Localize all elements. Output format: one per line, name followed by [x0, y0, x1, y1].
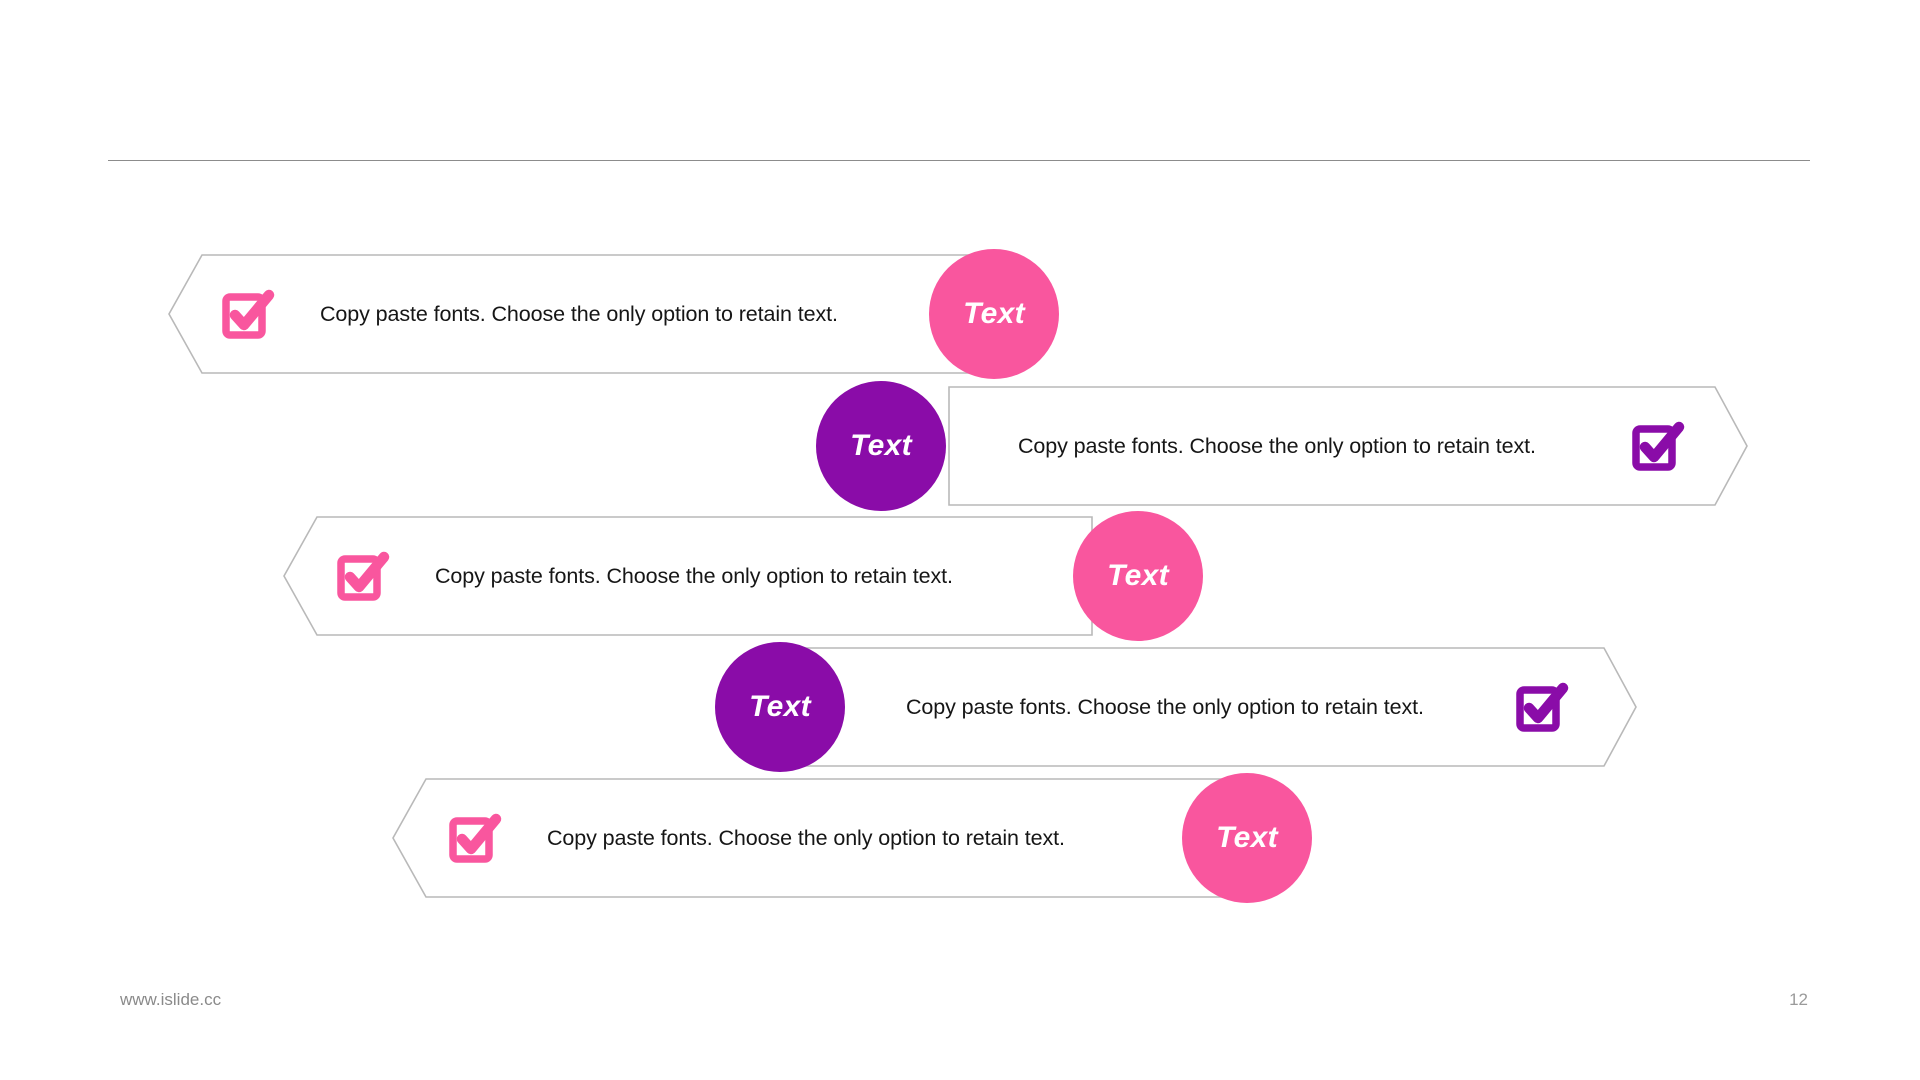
checkbox-checked-icon[interactable]	[337, 550, 390, 602]
banner-body-text: Copy paste fonts. Choose the only option…	[547, 825, 1065, 850]
footer-page-number: 12	[1789, 990, 1808, 1009]
text-circle-badge[interactable]: Text	[816, 381, 946, 511]
banner-row[interactable]: Copy paste fonts. Choose the only option…	[283, 511, 1203, 641]
banner-body-text: Copy paste fonts. Choose the only option…	[435, 563, 953, 588]
footer-site-label[interactable]: www.islide.cc	[120, 990, 221, 1010]
text-circle-badge[interactable]: Text	[929, 249, 1059, 379]
banner-row[interactable]: Copy paste fonts. Choose the only option…	[816, 381, 1748, 511]
checkbox-checked-icon[interactable]	[1516, 681, 1569, 733]
checkbox-checked-icon[interactable]	[222, 288, 275, 340]
circle-label: Text	[1216, 821, 1278, 854]
banner-row[interactable]: Copy paste fonts. Choose the only option…	[168, 249, 1059, 379]
banner-row[interactable]: Copy paste fonts. Choose the only option…	[715, 642, 1637, 772]
banner-rows: Copy paste fonts. Choose the only option…	[0, 0, 1920, 1080]
banner-body-text: Copy paste fonts. Choose the only option…	[906, 694, 1424, 719]
checkbox-checked-icon[interactable]	[1632, 420, 1685, 472]
circle-label: Text	[963, 297, 1025, 330]
circle-label: Text	[850, 429, 912, 462]
banner-row[interactable]: Copy paste fonts. Choose the only option…	[392, 773, 1312, 903]
slide-canvas: Copy paste fonts. Choose the only option…	[0, 0, 1920, 1080]
text-circle-badge[interactable]: Text	[715, 642, 845, 772]
circle-label: Text	[1107, 559, 1169, 592]
circle-label: Text	[749, 690, 811, 723]
banner-body-text: Copy paste fonts. Choose the only option…	[1018, 433, 1536, 458]
text-circle-badge[interactable]: Text	[1073, 511, 1203, 641]
checkbox-checked-icon[interactable]	[449, 812, 502, 864]
banner-body-text: Copy paste fonts. Choose the only option…	[320, 301, 838, 326]
text-circle-badge[interactable]: Text	[1182, 773, 1312, 903]
